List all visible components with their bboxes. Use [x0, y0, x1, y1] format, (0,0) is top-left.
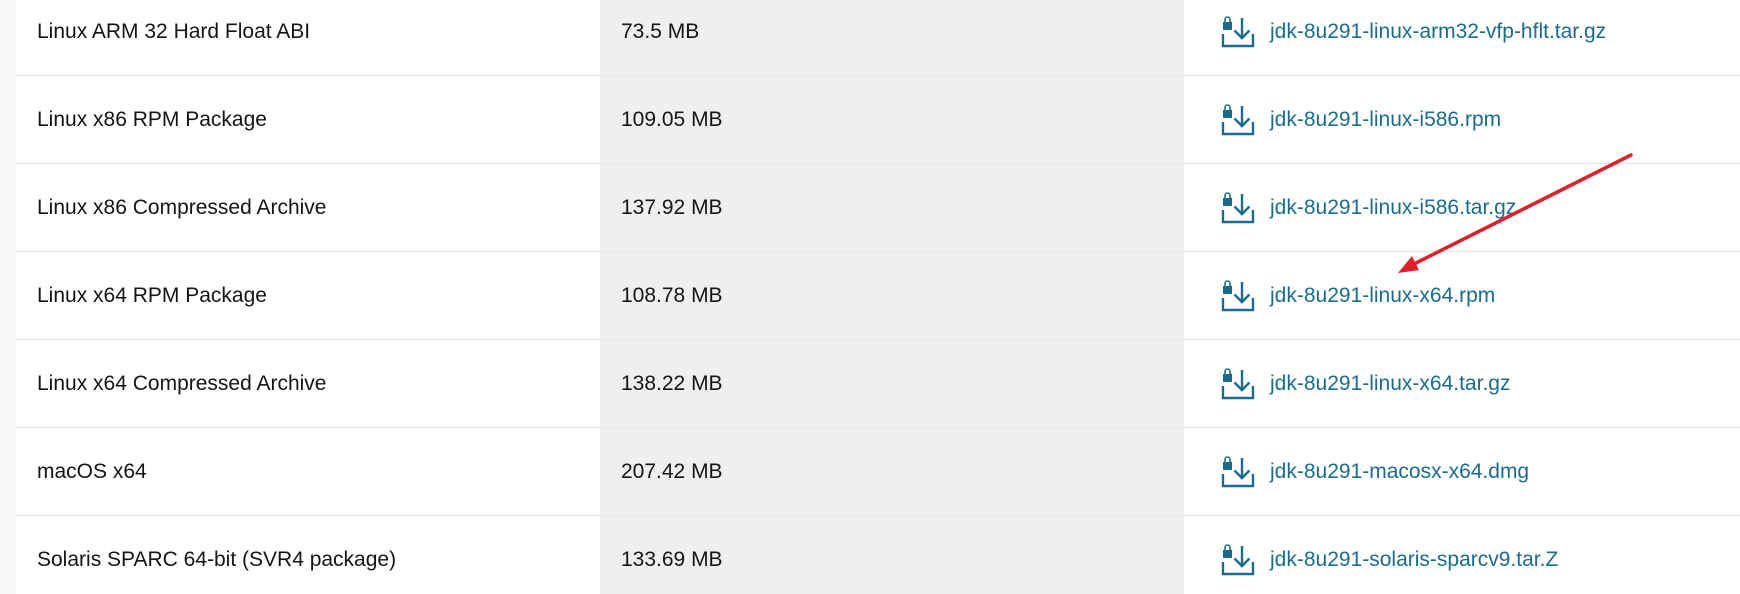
table-row: Linux x86 Compressed Archive 137.92 MB j…	[16, 164, 1740, 252]
download-cell: jdk-8u291-linux-i586.rpm	[1184, 76, 1740, 163]
lock-download-icon	[1220, 101, 1258, 139]
lock-download-icon	[1220, 541, 1258, 579]
lock-download-icon	[1220, 277, 1258, 315]
download-link[interactable]: jdk-8u291-linux-x64.tar.gz	[1220, 365, 1510, 403]
table-row: Linux ARM 32 Hard Float ABI 73.5 MB jdk-…	[16, 0, 1740, 76]
product-name: Linux x64 Compressed Archive	[37, 371, 327, 395]
download-link[interactable]: jdk-8u291-solaris-sparcv9.tar.Z	[1220, 541, 1558, 579]
download-cell: jdk-8u291-linux-arm32-vfp-hflt.tar.gz	[1184, 0, 1740, 75]
download-filename: jdk-8u291-linux-arm32-vfp-hflt.tar.gz	[1270, 19, 1607, 43]
download-filename: jdk-8u291-solaris-sparcv9.tar.Z	[1270, 547, 1559, 571]
download-link[interactable]: jdk-8u291-linux-i586.tar.gz	[1220, 189, 1516, 227]
download-cell: jdk-8u291-macosx-x64.dmg	[1184, 428, 1740, 515]
file-size: 109.05 MB	[600, 76, 1184, 163]
download-cell: jdk-8u291-linux-x64.rpm	[1184, 252, 1740, 339]
product-name: Linux x86 Compressed Archive	[37, 195, 327, 219]
download-cell: jdk-8u291-solaris-sparcv9.tar.Z	[1184, 516, 1740, 594]
download-filename: jdk-8u291-linux-i586.tar.gz	[1270, 195, 1517, 219]
product-name: Linux x64 RPM Package	[37, 283, 267, 307]
left-margin	[0, 0, 16, 594]
table-row: macOS x64 207.42 MB jdk-8u291-macosx-x64…	[16, 428, 1740, 516]
product-name: Linux ARM 32 Hard Float ABI	[37, 19, 311, 43]
downloads-page: Linux ARM 32 Hard Float ABI 73.5 MB jdk-…	[0, 0, 1740, 594]
table-row: Solaris SPARC 64-bit (SVR4 package) 133.…	[16, 516, 1740, 594]
download-filename: jdk-8u291-linux-x64.tar.gz	[1270, 371, 1511, 395]
file-size: 73.5 MB	[600, 0, 1184, 75]
product-name: Linux x86 RPM Package	[37, 107, 267, 131]
file-size: 133.69 MB	[600, 516, 1184, 594]
download-filename: jdk-8u291-linux-x64.rpm	[1270, 283, 1496, 307]
lock-download-icon	[1220, 189, 1258, 227]
download-filename: jdk-8u291-macosx-x64.dmg	[1270, 459, 1530, 483]
file-size: 137.92 MB	[600, 164, 1184, 251]
download-link[interactable]: jdk-8u291-linux-arm32-vfp-hflt.tar.gz	[1220, 13, 1606, 51]
product-name: Solaris SPARC 64-bit (SVR4 package)	[37, 547, 397, 571]
file-size: 108.78 MB	[600, 252, 1184, 339]
table-row: Linux x64 RPM Package 108.78 MB jdk-8u29…	[16, 252, 1740, 340]
table-row: Linux x64 Compressed Archive 138.22 MB j…	[16, 340, 1740, 428]
lock-download-icon	[1220, 13, 1258, 51]
product-name: macOS x64	[37, 459, 147, 483]
lock-download-icon	[1220, 453, 1258, 491]
download-link[interactable]: jdk-8u291-macosx-x64.dmg	[1220, 453, 1529, 491]
download-cell: jdk-8u291-linux-i586.tar.gz	[1184, 164, 1740, 251]
download-cell: jdk-8u291-linux-x64.tar.gz	[1184, 340, 1740, 427]
download-link[interactable]: jdk-8u291-linux-i586.rpm	[1220, 101, 1501, 139]
download-table: Linux ARM 32 Hard Float ABI 73.5 MB jdk-…	[16, 0, 1740, 594]
download-filename: jdk-8u291-linux-i586.rpm	[1270, 107, 1502, 131]
lock-download-icon	[1220, 365, 1258, 403]
file-size: 138.22 MB	[600, 340, 1184, 427]
table-row: Linux x86 RPM Package 109.05 MB jdk-8u29…	[16, 76, 1740, 164]
file-size: 207.42 MB	[600, 428, 1184, 515]
download-link[interactable]: jdk-8u291-linux-x64.rpm	[1220, 277, 1495, 315]
